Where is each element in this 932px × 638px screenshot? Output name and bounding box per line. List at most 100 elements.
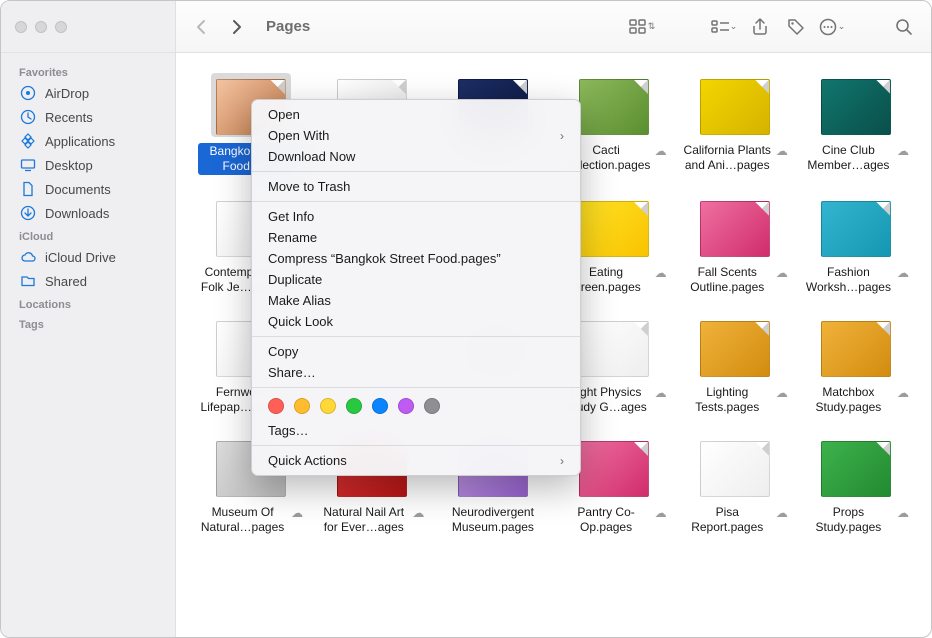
menu-separator bbox=[252, 171, 580, 172]
tag-color-dot[interactable] bbox=[268, 398, 284, 414]
menu-item-share[interactable]: Share… bbox=[252, 362, 580, 383]
file-thumbnail bbox=[574, 315, 654, 379]
sidebar-item-icloud-drive[interactable]: iCloud Drive bbox=[5, 245, 171, 269]
share-button[interactable] bbox=[745, 14, 775, 40]
sidebar-item-label: Downloads bbox=[45, 206, 109, 221]
menu-item-copy[interactable]: Copy bbox=[252, 341, 580, 362]
cloud-download-icon: ☁︎ bbox=[897, 266, 909, 281]
sidebar-item-airdrop[interactable]: AirDrop bbox=[5, 81, 171, 105]
back-button[interactable] bbox=[188, 14, 216, 40]
tag-color-dot[interactable] bbox=[320, 398, 336, 414]
file-thumbnail bbox=[695, 73, 775, 137]
zoom-window-button[interactable] bbox=[55, 21, 67, 33]
download-icon bbox=[19, 204, 37, 222]
file-item[interactable]: Pisa Report.pages☁︎ bbox=[681, 433, 790, 537]
menu-item-label: Duplicate bbox=[268, 272, 322, 287]
tag-color-row bbox=[252, 392, 580, 420]
forward-button[interactable] bbox=[222, 14, 250, 40]
menu-item-label: Quick Actions bbox=[268, 453, 347, 468]
file-thumbnail bbox=[695, 195, 775, 259]
titlebar: Pages ⇅ ⌄ ⌄ bbox=[1, 1, 931, 53]
tag-color-dot[interactable] bbox=[398, 398, 414, 414]
more-button[interactable]: ⌄ bbox=[817, 14, 847, 40]
file-item[interactable]: Fall Scents Outline.pages☁︎ bbox=[681, 193, 790, 297]
folder-title: Pages bbox=[266, 18, 310, 35]
tag-color-dot[interactable] bbox=[346, 398, 362, 414]
file-thumbnail bbox=[816, 435, 896, 499]
chevron-right-icon: › bbox=[560, 129, 564, 143]
file-thumbnail bbox=[574, 73, 654, 137]
menu-separator bbox=[252, 445, 580, 446]
sidebar-section-header: iCloud bbox=[1, 225, 175, 245]
search-button[interactable] bbox=[889, 14, 919, 40]
menu-item-rename[interactable]: Rename bbox=[252, 227, 580, 248]
menu-item-get-info[interactable]: Get Info bbox=[252, 206, 580, 227]
sidebar-item-documents[interactable]: Documents bbox=[5, 177, 171, 201]
close-window-button[interactable] bbox=[15, 21, 27, 33]
menu-item-label: Quick Look bbox=[268, 314, 333, 329]
menu-item-open-with[interactable]: Open With› bbox=[252, 125, 580, 146]
cloud-download-icon: ☁︎ bbox=[655, 506, 667, 521]
menu-item-label: Tags… bbox=[268, 423, 308, 438]
cloud-download-icon: ☁︎ bbox=[776, 266, 788, 281]
file-item[interactable]: Fashion Worksh…pages☁︎ bbox=[802, 193, 911, 297]
sidebar-section-header: Locations bbox=[1, 293, 175, 313]
cloud-download-icon: ☁︎ bbox=[291, 506, 303, 521]
sidebar-item-recents[interactable]: Recents bbox=[5, 105, 171, 129]
file-name: Natural Nail Art for Ever…ages☁︎ bbox=[319, 505, 424, 535]
minimize-window-button[interactable] bbox=[35, 21, 47, 33]
menu-item-label: Make Alias bbox=[268, 293, 331, 308]
tags-button[interactable] bbox=[781, 14, 811, 40]
file-name: Fashion Worksh…pages☁︎ bbox=[804, 265, 909, 295]
view-mode-button[interactable]: ⇅ bbox=[627, 14, 657, 40]
menu-item-quick-look[interactable]: Quick Look bbox=[252, 311, 580, 332]
file-name: Pantry Co-Op.pages☁︎ bbox=[561, 505, 666, 535]
file-item[interactable]: Props Study.pages☁︎ bbox=[802, 433, 911, 537]
menu-item-move-to-trash[interactable]: Move to Trash bbox=[252, 176, 580, 197]
file-item[interactable]: Matchbox Study.pages☁︎ bbox=[802, 313, 911, 417]
file-item[interactable]: Cine Club Member…ages☁︎ bbox=[802, 71, 911, 177]
cloud-download-icon: ☁︎ bbox=[776, 506, 788, 521]
menu-item-label: Share… bbox=[268, 365, 316, 380]
sidebar: FavoritesAirDropRecentsApplicationsDeskt… bbox=[1, 53, 176, 637]
file-thumbnail bbox=[574, 195, 654, 259]
menu-item-quick-actions[interactable]: Quick Actions› bbox=[252, 450, 580, 471]
shared-icon bbox=[19, 272, 37, 290]
tag-color-dot[interactable] bbox=[424, 398, 440, 414]
sidebar-item-downloads[interactable]: Downloads bbox=[5, 201, 171, 225]
menu-separator bbox=[252, 336, 580, 337]
tag-color-dot[interactable] bbox=[372, 398, 388, 414]
file-thumbnail bbox=[695, 435, 775, 499]
file-name: Neurodivergent Museum.pages bbox=[440, 505, 545, 535]
file-name: Cine Club Member…ages☁︎ bbox=[804, 143, 909, 173]
menu-item-make-alias[interactable]: Make Alias bbox=[252, 290, 580, 311]
menu-item-download-now[interactable]: Download Now bbox=[252, 146, 580, 167]
menu-item-label: Compress “Bangkok Street Food.pages” bbox=[268, 251, 501, 266]
sidebar-item-label: Recents bbox=[45, 110, 93, 125]
file-item[interactable]: California Plants and Ani…pages☁︎ bbox=[681, 71, 790, 177]
tag-color-dot[interactable] bbox=[294, 398, 310, 414]
menu-item-duplicate[interactable]: Duplicate bbox=[252, 269, 580, 290]
chevron-down-icon: ⌄ bbox=[730, 21, 738, 32]
group-button[interactable]: ⌄ bbox=[709, 14, 739, 40]
sidebar-section-header: Tags bbox=[1, 313, 175, 333]
sidebar-item-label: Documents bbox=[45, 182, 111, 197]
menu-item-open[interactable]: Open bbox=[252, 104, 580, 125]
file-name: Fall Scents Outline.pages☁︎ bbox=[683, 265, 788, 295]
sidebar-item-shared[interactable]: Shared bbox=[5, 269, 171, 293]
sidebar-item-desktop[interactable]: Desktop bbox=[5, 153, 171, 177]
sidebar-item-applications[interactable]: Applications bbox=[5, 129, 171, 153]
menu-item-compress-bangkok-street-food-pages[interactable]: Compress “Bangkok Street Food.pages” bbox=[252, 248, 580, 269]
cloud-download-icon: ☁︎ bbox=[655, 144, 667, 159]
cloud-download-icon: ☁︎ bbox=[776, 386, 788, 401]
file-thumbnail bbox=[695, 315, 775, 379]
cloud-download-icon: ☁︎ bbox=[655, 266, 667, 281]
menu-separator bbox=[252, 201, 580, 202]
file-thumbnail bbox=[574, 435, 654, 499]
menu-item-tags[interactable]: Tags… bbox=[252, 420, 580, 441]
menu-item-label: Open bbox=[268, 107, 300, 122]
file-item[interactable]: Lighting Tests.pages☁︎ bbox=[681, 313, 790, 417]
clock-icon bbox=[19, 108, 37, 126]
window-controls bbox=[1, 1, 176, 52]
file-name: California Plants and Ani…pages☁︎ bbox=[683, 143, 788, 173]
